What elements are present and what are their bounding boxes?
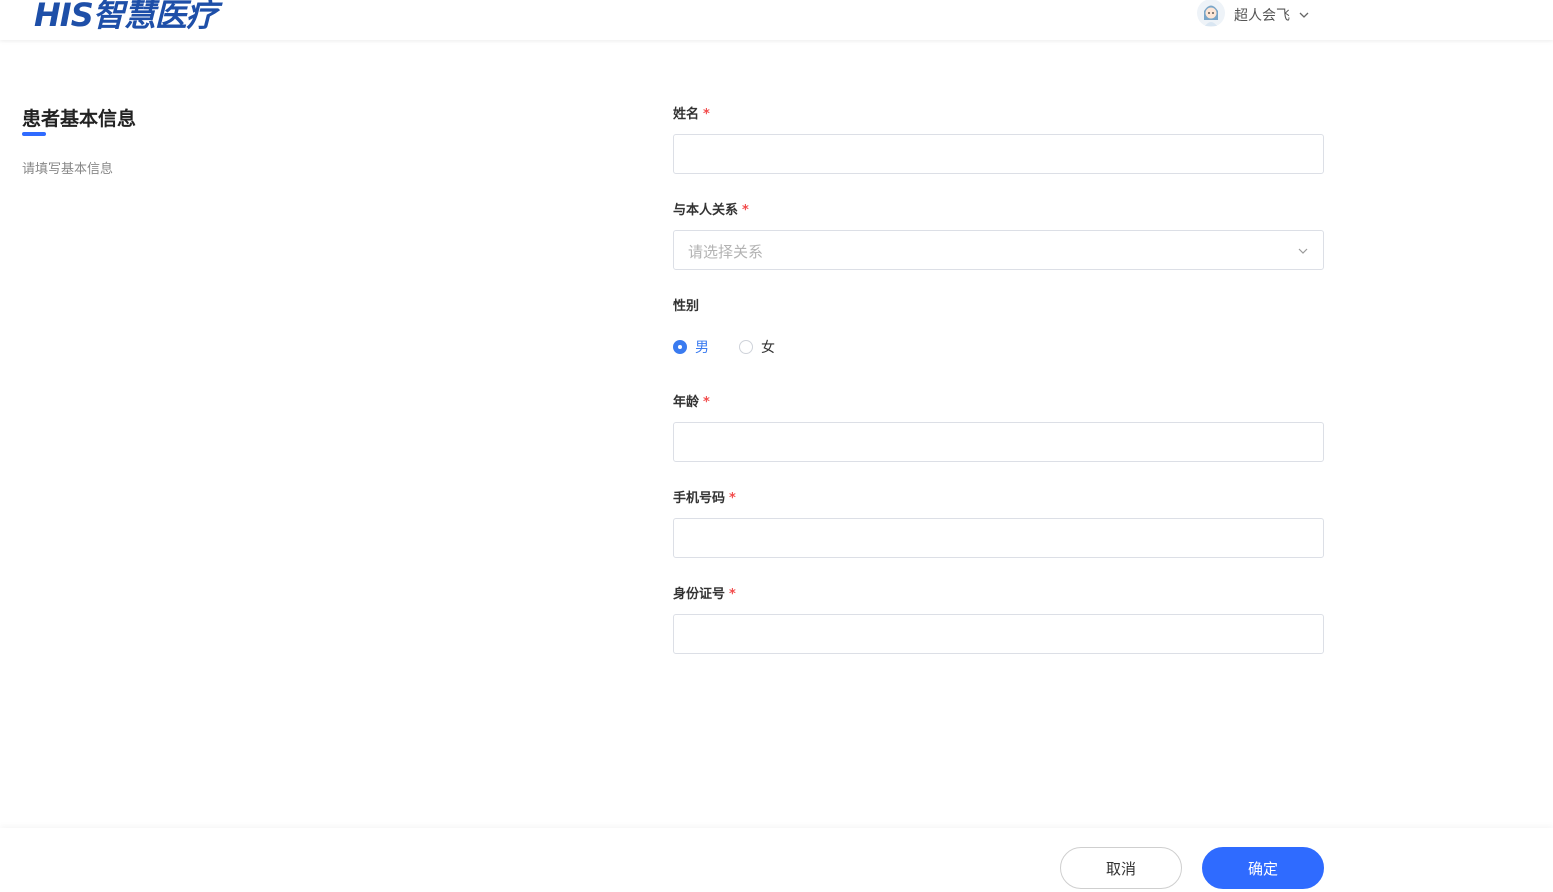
gender-option-label[interactable]: 女	[761, 337, 775, 357]
radio-unchecked-icon[interactable]	[739, 340, 753, 354]
user-name[interactable]: 超人会飞	[1234, 5, 1290, 25]
relation-select[interactable]: 请选择关系	[673, 230, 1324, 270]
section-title: 患者基本信息	[22, 108, 137, 130]
age-label-text: 年龄	[673, 395, 700, 410]
chevron-down-icon[interactable]	[1298, 9, 1310, 21]
radio-checked-icon[interactable]	[673, 340, 687, 354]
phone-label: 手机号码 *	[673, 487, 736, 506]
chevron-down-icon	[1298, 248, 1308, 254]
top-header: HIS智慧医疗 超人会飞	[0, 0, 1553, 40]
age-label: 年龄 *	[673, 391, 710, 410]
cancel-button[interactable]: 取消	[1060, 847, 1182, 889]
relation-label: 与本人关系 *	[673, 199, 749, 218]
required-mark: *	[729, 587, 736, 602]
id-number-label: 身份证号 *	[673, 583, 736, 602]
required-mark: *	[703, 395, 710, 410]
user-avatar-icon[interactable]	[1196, 0, 1226, 28]
relation-label-text: 与本人关系	[673, 203, 739, 218]
confirm-button[interactable]: 确定	[1202, 847, 1324, 889]
section-subtitle: 请填写基本信息	[22, 162, 114, 177]
name-input[interactable]	[673, 134, 1324, 174]
gender-label: 性别	[673, 295, 699, 314]
required-mark: *	[742, 203, 749, 218]
required-mark: *	[703, 107, 710, 122]
phone-label-text: 手机号码	[673, 491, 726, 506]
user-menu[interactable]: 超人会飞	[1196, 0, 1310, 30]
gender-radio-female[interactable]: 女	[739, 337, 775, 357]
phone-input[interactable]	[673, 518, 1324, 558]
gender-label-text: 性别	[673, 299, 700, 314]
required-mark: *	[729, 491, 736, 506]
gender-option-label[interactable]: 男	[695, 337, 709, 357]
id-number-input[interactable]	[673, 614, 1324, 654]
gender-radio-group: 男 女	[673, 337, 805, 357]
gender-radio-male[interactable]: 男	[673, 337, 709, 357]
app-logo[interactable]: HIS智慧医疗	[34, 0, 218, 36]
section-title-underline	[22, 132, 46, 136]
id-number-label-text: 身份证号	[673, 587, 726, 602]
age-input[interactable]	[673, 422, 1324, 462]
relation-select-placeholder: 请选择关系	[688, 243, 764, 261]
name-label-text: 姓名	[673, 107, 700, 122]
name-label: 姓名 *	[673, 103, 710, 122]
